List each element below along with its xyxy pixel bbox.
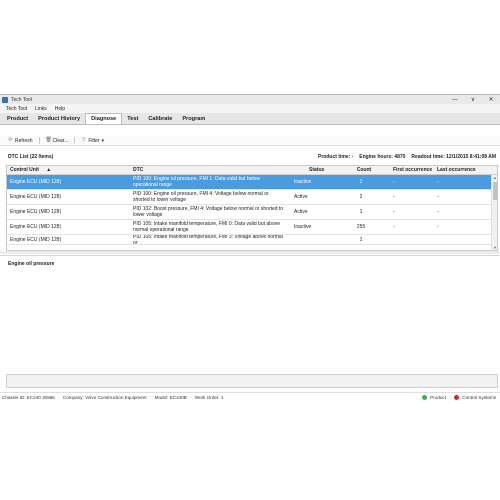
- table-scrollbar[interactable]: ▲ ▼: [491, 175, 497, 250]
- tab-diagnose[interactable]: Diagnose: [85, 113, 123, 124]
- window-title: Tech Tool: [11, 96, 33, 103]
- table-row[interactable]: Engine ECU (MID 128) PID 102: Boost pres…: [7, 205, 497, 220]
- restore-button[interactable]: ∨: [464, 95, 482, 104]
- refresh-icon: ⟳: [8, 137, 13, 143]
- menu-help[interactable]: Help: [55, 106, 65, 112]
- col-count[interactable]: Count: [343, 167, 379, 173]
- app-icon: [2, 96, 8, 103]
- dtc-list-title: DTC List (22 Items): [8, 154, 54, 160]
- toolbar-divider: [38, 137, 40, 144]
- chevron-down-icon: ▾: [101, 137, 104, 144]
- table-row[interactable]: Engine ECU (MID 128) PID 100: Engine oil…: [7, 190, 497, 205]
- col-last-occurrence[interactable]: Last occurrence: [433, 167, 491, 173]
- sort-up-icon: ▲: [46, 167, 52, 173]
- table-header: Control Unit ▲ DTC Status Count First oc…: [7, 166, 497, 175]
- control-systems-status-icon: [454, 395, 460, 401]
- trash-icon: 🗑: [45, 137, 52, 143]
- refresh-button[interactable]: ⟳ Refresh: [8, 137, 33, 144]
- table-row[interactable]: Engine ECU (MID 128) PID 105: Intake man…: [7, 235, 497, 245]
- dtc-list-header: DTC List (22 Items) Product time: - Engi…: [0, 153, 500, 161]
- dtc-table: Control Unit ▲ DTC Status Count First oc…: [6, 165, 498, 251]
- chassis-id: Chassis ID: EC240 30586: [2, 395, 55, 400]
- detail-pane: Engine oil pressure: [0, 255, 500, 373]
- engine-hours: Engine hours: 4870: [359, 154, 406, 160]
- tech-tool-window: Tech Tool — ∨ ✕ Tech Tool Links Help Pro…: [0, 94, 500, 405]
- tab-test[interactable]: Test: [122, 113, 143, 124]
- col-dtc[interactable]: DTC: [130, 167, 284, 173]
- tab-calibrate[interactable]: Calibrate: [143, 113, 177, 124]
- product-time: Product time: -: [318, 154, 354, 160]
- readout-time: Readout time: 12/1/2015 8:41:08 AM: [411, 154, 496, 160]
- bottom-panel: [6, 374, 498, 388]
- control-systems-status[interactable]: Control Systems: [454, 395, 496, 401]
- company: Company: Volvo Construction Equipment: [62, 395, 147, 400]
- table-row[interactable]: Engine ECU (MID 128) PID 100: Engine oil…: [7, 175, 497, 190]
- table-row[interactable]: Engine ECU (MID 128) PID 105: Intake man…: [7, 220, 497, 235]
- title-bar: Tech Tool — ∨ ✕: [0, 95, 500, 104]
- product-status[interactable]: Product: [421, 395, 446, 401]
- menu-tech-tool[interactable]: Tech Tool: [6, 106, 27, 112]
- pane-splitter[interactable]: [0, 251, 500, 254]
- tab-product-history[interactable]: Product History: [33, 113, 85, 124]
- product-status-icon: [421, 395, 427, 401]
- refresh-label: Refresh: [15, 137, 33, 144]
- tab-product[interactable]: Product: [2, 113, 33, 124]
- model: Model: EC240B: [154, 395, 187, 400]
- clear-button[interactable]: 🗑 Clear...: [46, 138, 69, 144]
- close-button[interactable]: ✕: [482, 95, 500, 104]
- col-first-occurrence[interactable]: First occurrence: [379, 167, 433, 173]
- detail-title: Engine oil pressure: [8, 261, 55, 267]
- status-bar: Chassis ID: EC240 30586 Company: Volvo C…: [0, 392, 500, 402]
- filter-button[interactable]: ▽ Filter ▾: [81, 138, 104, 144]
- menu-links[interactable]: Links: [35, 106, 47, 112]
- scroll-up-icon[interactable]: ▲: [492, 175, 497, 181]
- minimize-button[interactable]: —: [446, 95, 464, 104]
- work-order: Work Order: 1: [194, 395, 224, 400]
- tab-program[interactable]: Program: [177, 113, 210, 124]
- toolbar-divider: [74, 137, 76, 144]
- menu-bar: Tech Tool Links Help: [0, 104, 500, 113]
- toolbar: ⟳ Refresh 🗑 Clear... ▽ Filter ▾: [0, 136, 500, 146]
- scrollbar-thumb[interactable]: [493, 182, 497, 200]
- filter-icon: ▽: [81, 137, 86, 143]
- col-control-unit[interactable]: Control Unit ▲: [7, 167, 130, 173]
- col-status[interactable]: Status: [284, 167, 343, 173]
- clear-label: Clear...: [52, 137, 69, 144]
- filter-label: Filter: [88, 137, 100, 144]
- main-tabs: Product Product History Diagnose Test Ca…: [0, 113, 500, 125]
